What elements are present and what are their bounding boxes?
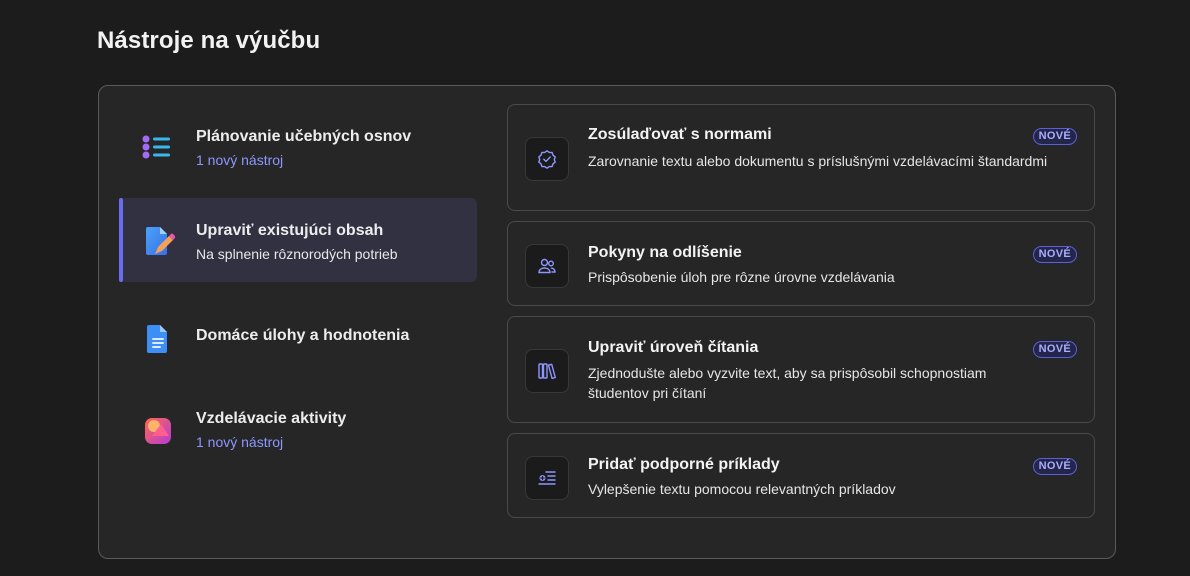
new-badge: NOVÉ	[1032, 458, 1077, 475]
tool-description: Prispôsobenie úloh pre rôzne úrovne vzde…	[588, 269, 895, 285]
tool-title: Pokyny na odlíšenie	[588, 244, 742, 261]
tool-card-supporting-examples[interactable]: Pridať podporné príklady NOVÉ Vylepšenie…	[507, 433, 1095, 518]
tool-description: Zarovnanie textu alebo dokumentu s prísl…	[588, 153, 1048, 169]
tool-description: Vylepšenie textu pomocou relevantných pr…	[588, 481, 896, 497]
category-subtitle[interactable]: 1 nový nástroj	[196, 152, 283, 168]
page-title: Nástroje na výučbu	[97, 27, 321, 54]
category-edit-existing-content[interactable]: Upraviť existujúci obsah Na splnenie rôz…	[119, 198, 477, 282]
list-icon	[141, 130, 175, 164]
activities-icon	[141, 414, 175, 448]
category-title: Upraviť existujúci obsah	[196, 222, 384, 239]
new-badge: NOVÉ	[1032, 128, 1077, 145]
new-badge: NOVÉ	[1032, 246, 1077, 263]
books-icon	[525, 349, 569, 393]
category-subtitle[interactable]: 1 nový nástroj	[196, 434, 283, 450]
category-learning-activities[interactable]: Vzdelávacie aktivity 1 nový nástroj	[119, 394, 477, 478]
tool-card-differentiation-instructions[interactable]: Pokyny na odlíšenie NOVÉ Prispôsobenie ú…	[507, 221, 1095, 306]
badge-check-icon	[525, 137, 569, 181]
tools-panel: Plánovanie učebných osnov 1 nový nástroj…	[98, 85, 1116, 559]
category-title: Vzdelávacie aktivity	[196, 410, 347, 427]
tool-card-align-standards[interactable]: Zosúlaďovať s normami NOVÉ Zarovnanie te…	[507, 104, 1095, 211]
category-subtitle: Na splnenie rôznorodých potrieb	[196, 246, 398, 262]
category-homework-assessments[interactable]: Domáce úlohy a hodnotenia	[119, 298, 477, 382]
category-title: Domáce úlohy a hodnotenia	[196, 327, 410, 344]
tool-card-reading-level[interactable]: Upraviť úroveň čítania NOVÉ Zjednodušte …	[507, 316, 1095, 423]
tool-description: Zjednodušte alebo vyzvite text, aby sa p…	[588, 365, 987, 401]
category-curriculum-planning[interactable]: Plánovanie učebných osnov 1 nový nástroj	[119, 114, 477, 198]
document-icon	[141, 322, 175, 356]
people-icon	[525, 244, 569, 288]
add-list-icon	[525, 456, 569, 500]
category-title: Plánovanie učebných osnov	[196, 128, 412, 145]
tool-title: Upraviť úroveň čítania	[588, 339, 759, 356]
tool-title: Zosúlaďovať s normami	[588, 126, 772, 143]
new-badge: NOVÉ	[1032, 341, 1077, 358]
edit-document-icon	[141, 224, 176, 258]
tool-title: Pridať podporné príklady	[588, 456, 780, 473]
active-indicator	[119, 198, 123, 282]
